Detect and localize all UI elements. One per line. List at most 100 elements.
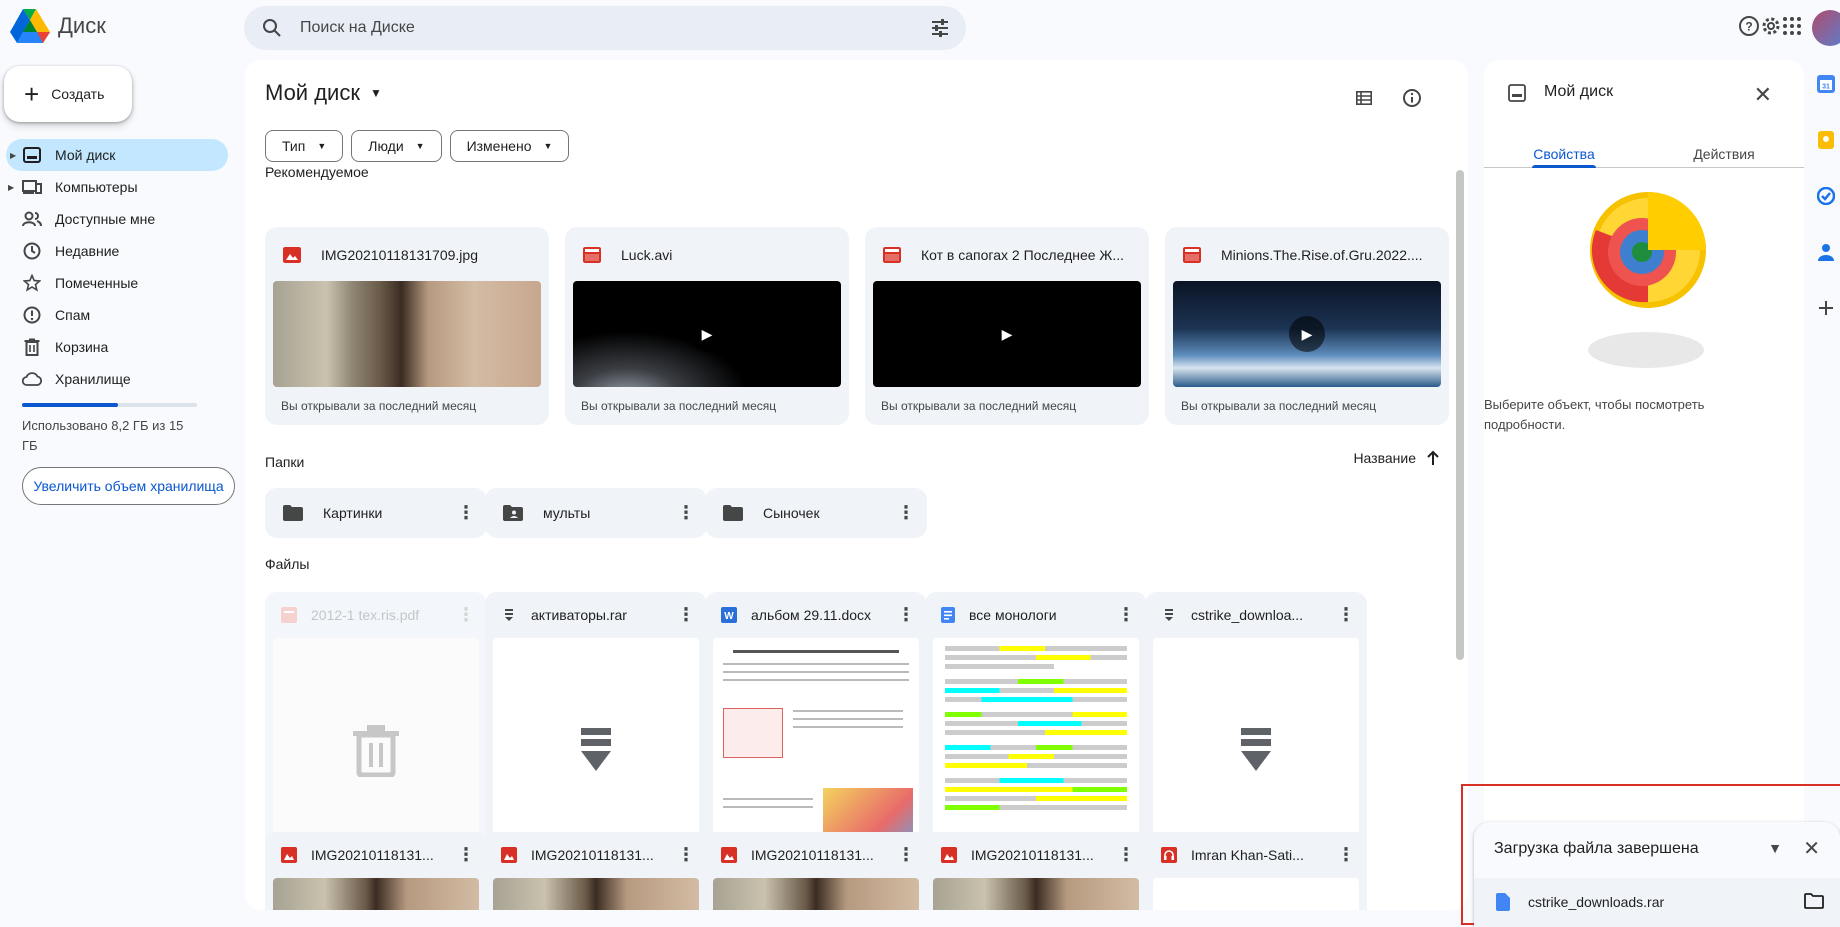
- more-options-icon[interactable]: ⋮: [677, 503, 695, 524]
- folder-name: Сыночек: [763, 505, 820, 521]
- tab-properties[interactable]: Свойства: [1484, 130, 1644, 168]
- more-options-icon[interactable]: ⋮: [897, 503, 915, 524]
- document-preview: [933, 638, 1139, 864]
- suggested-meta: Вы открывали за последний месяц: [881, 399, 1077, 413]
- sidebar-item-computers[interactable]: ▶ Компьютеры: [0, 171, 228, 203]
- account-avatar[interactable]: [1812, 10, 1840, 46]
- sidebar-item-label: Мой диск: [55, 147, 116, 163]
- toast-file-row[interactable]: cstrike_downloads.rar: [1474, 878, 1840, 927]
- add-addon-icon[interactable]: [1812, 294, 1840, 322]
- sidebar-item-label: Спам: [55, 307, 91, 323]
- more-options-icon[interactable]: ⋮: [1337, 845, 1355, 866]
- folder-item[interactable]: мульты ⋮: [485, 488, 707, 538]
- sidebar-item-trash[interactable]: Корзина: [0, 331, 228, 363]
- shared-folder-icon: [503, 505, 523, 521]
- video-file-icon: [883, 247, 901, 263]
- more-options-icon[interactable]: ⋮: [457, 605, 475, 626]
- sidebar-item-my-drive[interactable]: ▶ Мой диск: [6, 139, 228, 171]
- doc-line: [945, 754, 1127, 759]
- svg-text:?: ?: [1745, 19, 1752, 33]
- play-icon[interactable]: ▶: [989, 316, 1025, 352]
- suggested-card[interactable]: IMG20210118131709.jpg Вы открывали за по…: [265, 227, 549, 425]
- new-button[interactable]: + Создать: [4, 66, 132, 122]
- tasks-icon[interactable]: [1812, 182, 1840, 210]
- photo-thumbnail: [933, 878, 1139, 910]
- collapse-chevron-icon[interactable]: ▼: [1768, 840, 1782, 856]
- help-icon[interactable]: ?: [1738, 15, 1760, 42]
- search-box[interactable]: Поиск на Диске: [244, 6, 966, 50]
- file-card[interactable]: 2012-1 tex.ris.pdf ⋮: [265, 592, 487, 872]
- file-card[interactable]: все монологи ⋮: [925, 592, 1147, 872]
- file-card[interactable]: активаторы.rar ⋮: [485, 592, 707, 872]
- play-icon[interactable]: ▶: [689, 316, 725, 352]
- suggested-card[interactable]: Кот в сапогах 2 Последнее Ж... ▶ Вы откр…: [865, 227, 1149, 425]
- calendar-icon[interactable]: 31: [1812, 70, 1840, 98]
- suggested-meta: Вы открывали за последний месяц: [1181, 399, 1377, 413]
- suggested-card[interactable]: Luck.avi ▶ Вы открывали за последний мес…: [565, 227, 849, 425]
- sidebar-nav: ▶ Мой диск ▶ Компьютеры Доступные мне Не…: [0, 139, 228, 395]
- doc-line: [945, 655, 1127, 660]
- play-icon[interactable]: ▶: [1289, 316, 1325, 352]
- file-card[interactable]: IMG20210118131... ⋮: [925, 832, 1147, 910]
- file-card[interactable]: W альбом 29.11.docx ⋮: [705, 592, 927, 872]
- archive-large-icon: [581, 728, 611, 771]
- doc-line: [723, 806, 813, 808]
- main-scrollbar[interactable]: [1456, 170, 1464, 660]
- sort-control[interactable]: Название: [1353, 450, 1440, 466]
- tab-activity[interactable]: Действия: [1644, 130, 1804, 167]
- sidebar-item-starred[interactable]: Помеченные: [0, 267, 228, 299]
- toast-title: Загрузка файла завершена: [1494, 840, 1699, 857]
- close-icon[interactable]: ✕: [1754, 82, 1772, 108]
- more-options-icon[interactable]: ⋮: [897, 605, 915, 626]
- expand-caret-icon[interactable]: ▶: [10, 151, 16, 160]
- sidebar-item-label: Компьютеры: [55, 179, 138, 195]
- suggested-card[interactable]: Minions.The.Rise.of.Gru.2022.... ▶ Вы от…: [1165, 227, 1449, 425]
- settings-icon[interactable]: [1760, 15, 1782, 42]
- archive-large-icon: [1241, 728, 1271, 771]
- contacts-icon[interactable]: [1812, 238, 1840, 266]
- file-card[interactable]: IMG20210118131... ⋮: [265, 832, 487, 910]
- more-options-icon[interactable]: ⋮: [457, 845, 475, 866]
- folder-item[interactable]: Сыночек ⋮: [705, 488, 927, 538]
- search-input[interactable]: Поиск на Диске: [300, 19, 415, 37]
- search-options-icon[interactable]: [930, 18, 950, 38]
- more-options-icon[interactable]: ⋮: [1117, 845, 1135, 866]
- svg-text:31: 31: [1822, 84, 1830, 91]
- sidebar-item-spam[interactable]: Спам: [0, 299, 228, 331]
- sidebar-item-shared[interactable]: Доступные мне: [0, 203, 228, 235]
- more-options-icon[interactable]: ⋮: [1117, 605, 1135, 626]
- file-card[interactable]: Imran Khan-Sati... ⋮: [1145, 832, 1367, 910]
- search-icon[interactable]: [262, 18, 282, 38]
- sidebar-item-storage[interactable]: Хранилище: [0, 363, 228, 395]
- doc-line: [945, 688, 1127, 693]
- more-options-icon[interactable]: ⋮: [897, 845, 915, 866]
- doc-line: [723, 679, 909, 681]
- expand-caret-icon[interactable]: ▶: [8, 183, 14, 192]
- photo-thumbnail: [273, 878, 479, 910]
- arrow-up-icon[interactable]: [1426, 450, 1440, 466]
- sidebar-item-recent[interactable]: Недавние: [0, 235, 228, 267]
- deleted-preview: [273, 638, 479, 864]
- apps-grid-icon[interactable]: [1782, 16, 1802, 41]
- more-options-icon[interactable]: ⋮: [1337, 605, 1355, 626]
- doc-line: [945, 763, 1127, 768]
- close-icon[interactable]: ✕: [1803, 836, 1820, 861]
- keep-icon[interactable]: [1812, 126, 1840, 154]
- main-cards-layer: IMG20210118131709.jpg Вы открывали за по…: [245, 60, 1468, 910]
- photo-thumbnail: [713, 878, 919, 910]
- show-in-folder-icon[interactable]: [1804, 893, 1824, 909]
- file-card[interactable]: IMG20210118131... ⋮: [705, 832, 927, 910]
- suggested-meta: Вы открывали за последний месяц: [281, 399, 477, 413]
- file-card[interactable]: cstrike_downloa... ⋮: [1145, 592, 1367, 872]
- folders-heading: Папки: [265, 454, 305, 470]
- more-options-icon[interactable]: ⋮: [677, 845, 695, 866]
- doc-line: [793, 726, 903, 728]
- more-options-icon[interactable]: ⋮: [677, 605, 695, 626]
- cloud-icon: [22, 369, 42, 389]
- file-card[interactable]: IMG20210118131... ⋮: [485, 832, 707, 910]
- folder-item[interactable]: Картинки ⋮: [265, 488, 487, 538]
- sidebar-item-label: Доступные мне: [55, 211, 156, 227]
- drive-logo[interactable]: Диск: [10, 8, 106, 44]
- upgrade-storage-button[interactable]: Увеличить объем хранилища: [22, 467, 235, 505]
- more-options-icon[interactable]: ⋮: [457, 503, 475, 524]
